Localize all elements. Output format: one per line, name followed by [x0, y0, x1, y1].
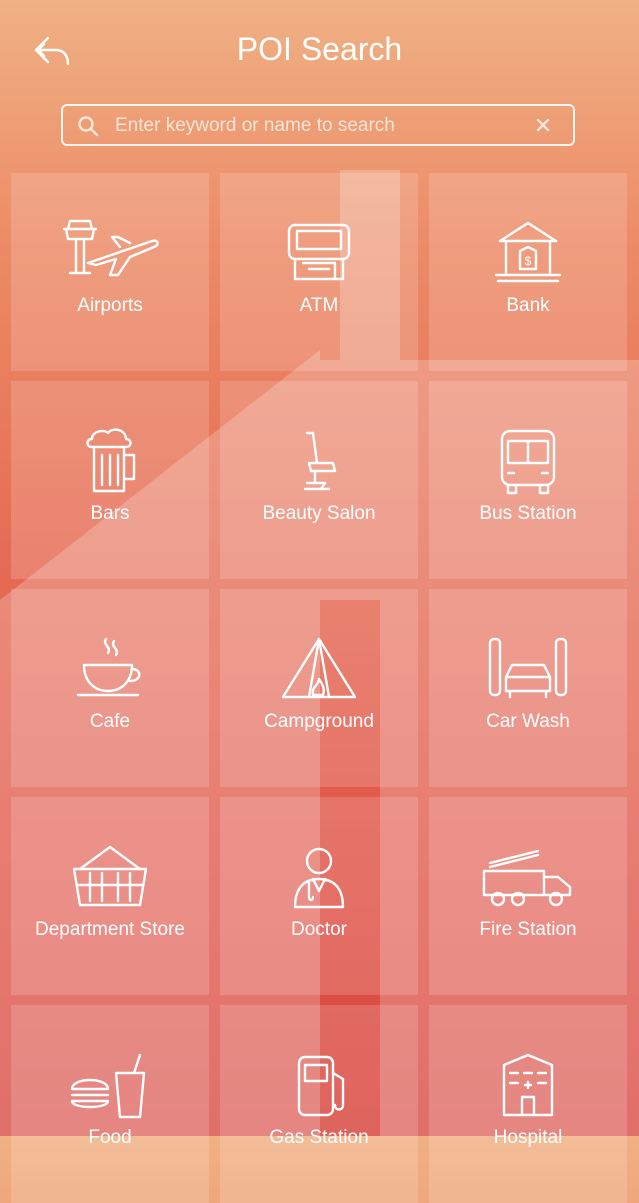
category-label: Fire Station — [479, 919, 577, 940]
airport-icon — [62, 219, 159, 277]
category-tile-bank[interactable]: $ Bank — [429, 173, 627, 371]
search-input[interactable] — [113, 106, 537, 146]
car-wash-icon — [488, 637, 568, 699]
svg-text:$: $ — [525, 254, 532, 268]
category-tile-hospital[interactable]: Hospital — [429, 1005, 627, 1203]
category-label: Airports — [77, 295, 143, 316]
category-tile-gas-station[interactable]: Gas Station — [220, 1005, 418, 1203]
header-bar: POI Search — [0, 0, 639, 100]
basket-icon — [72, 845, 148, 907]
category-tile-airports[interactable]: Airports — [11, 173, 209, 371]
doctor-icon — [293, 847, 345, 909]
category-tile-campground[interactable]: Campground — [220, 589, 418, 787]
atm-icon — [287, 223, 351, 281]
search-bar — [61, 104, 575, 146]
category-tile-cafe[interactable]: Cafe — [11, 589, 209, 787]
category-label: Bars — [90, 503, 130, 524]
category-label: Beauty Salon — [262, 503, 376, 524]
category-label: Food — [88, 1127, 132, 1148]
category-label: Campground — [264, 711, 374, 732]
page-title: POI Search — [236, 31, 403, 67]
gas-pump-icon — [297, 1055, 345, 1117]
category-label: Doctor — [291, 919, 347, 940]
category-tile-fire-station[interactable]: Fire Station — [429, 797, 627, 995]
category-label: Car Wash — [486, 711, 570, 732]
bus-icon — [500, 429, 556, 495]
category-tile-food[interactable]: Food — [11, 1005, 209, 1203]
clear-search-button[interactable] — [533, 115, 553, 135]
beer-mug-icon — [86, 428, 136, 493]
category-label: Department Store — [35, 919, 185, 940]
burger-drink-icon — [70, 1053, 146, 1119]
fire-truck-icon — [482, 849, 572, 907]
category-tile-bus-station[interactable]: Bus Station — [429, 381, 627, 579]
category-tile-doctor[interactable]: Doctor — [220, 797, 418, 995]
category-tile-car-wash[interactable]: Car Wash — [429, 589, 627, 787]
hospital-icon — [502, 1053, 554, 1117]
search-icon — [78, 116, 99, 137]
salon-chair-icon — [303, 431, 337, 491]
bank-icon: $ — [494, 221, 562, 283]
tent-icon — [281, 637, 357, 699]
category-label: Bus Station — [479, 503, 577, 524]
coffee-cup-icon — [76, 637, 141, 697]
category-tile-bars[interactable]: Bars — [11, 381, 209, 579]
category-tile-beauty-salon[interactable]: Beauty Salon — [220, 381, 418, 579]
category-label: Gas Station — [269, 1127, 369, 1148]
category-label: Cafe — [89, 711, 131, 732]
category-tile-atm[interactable]: ATM — [220, 173, 418, 371]
category-label: ATM — [299, 295, 339, 316]
category-tile-department-store[interactable]: Department Store — [11, 797, 209, 995]
category-label: Bank — [506, 295, 550, 316]
category-label: Hospital — [493, 1127, 563, 1148]
